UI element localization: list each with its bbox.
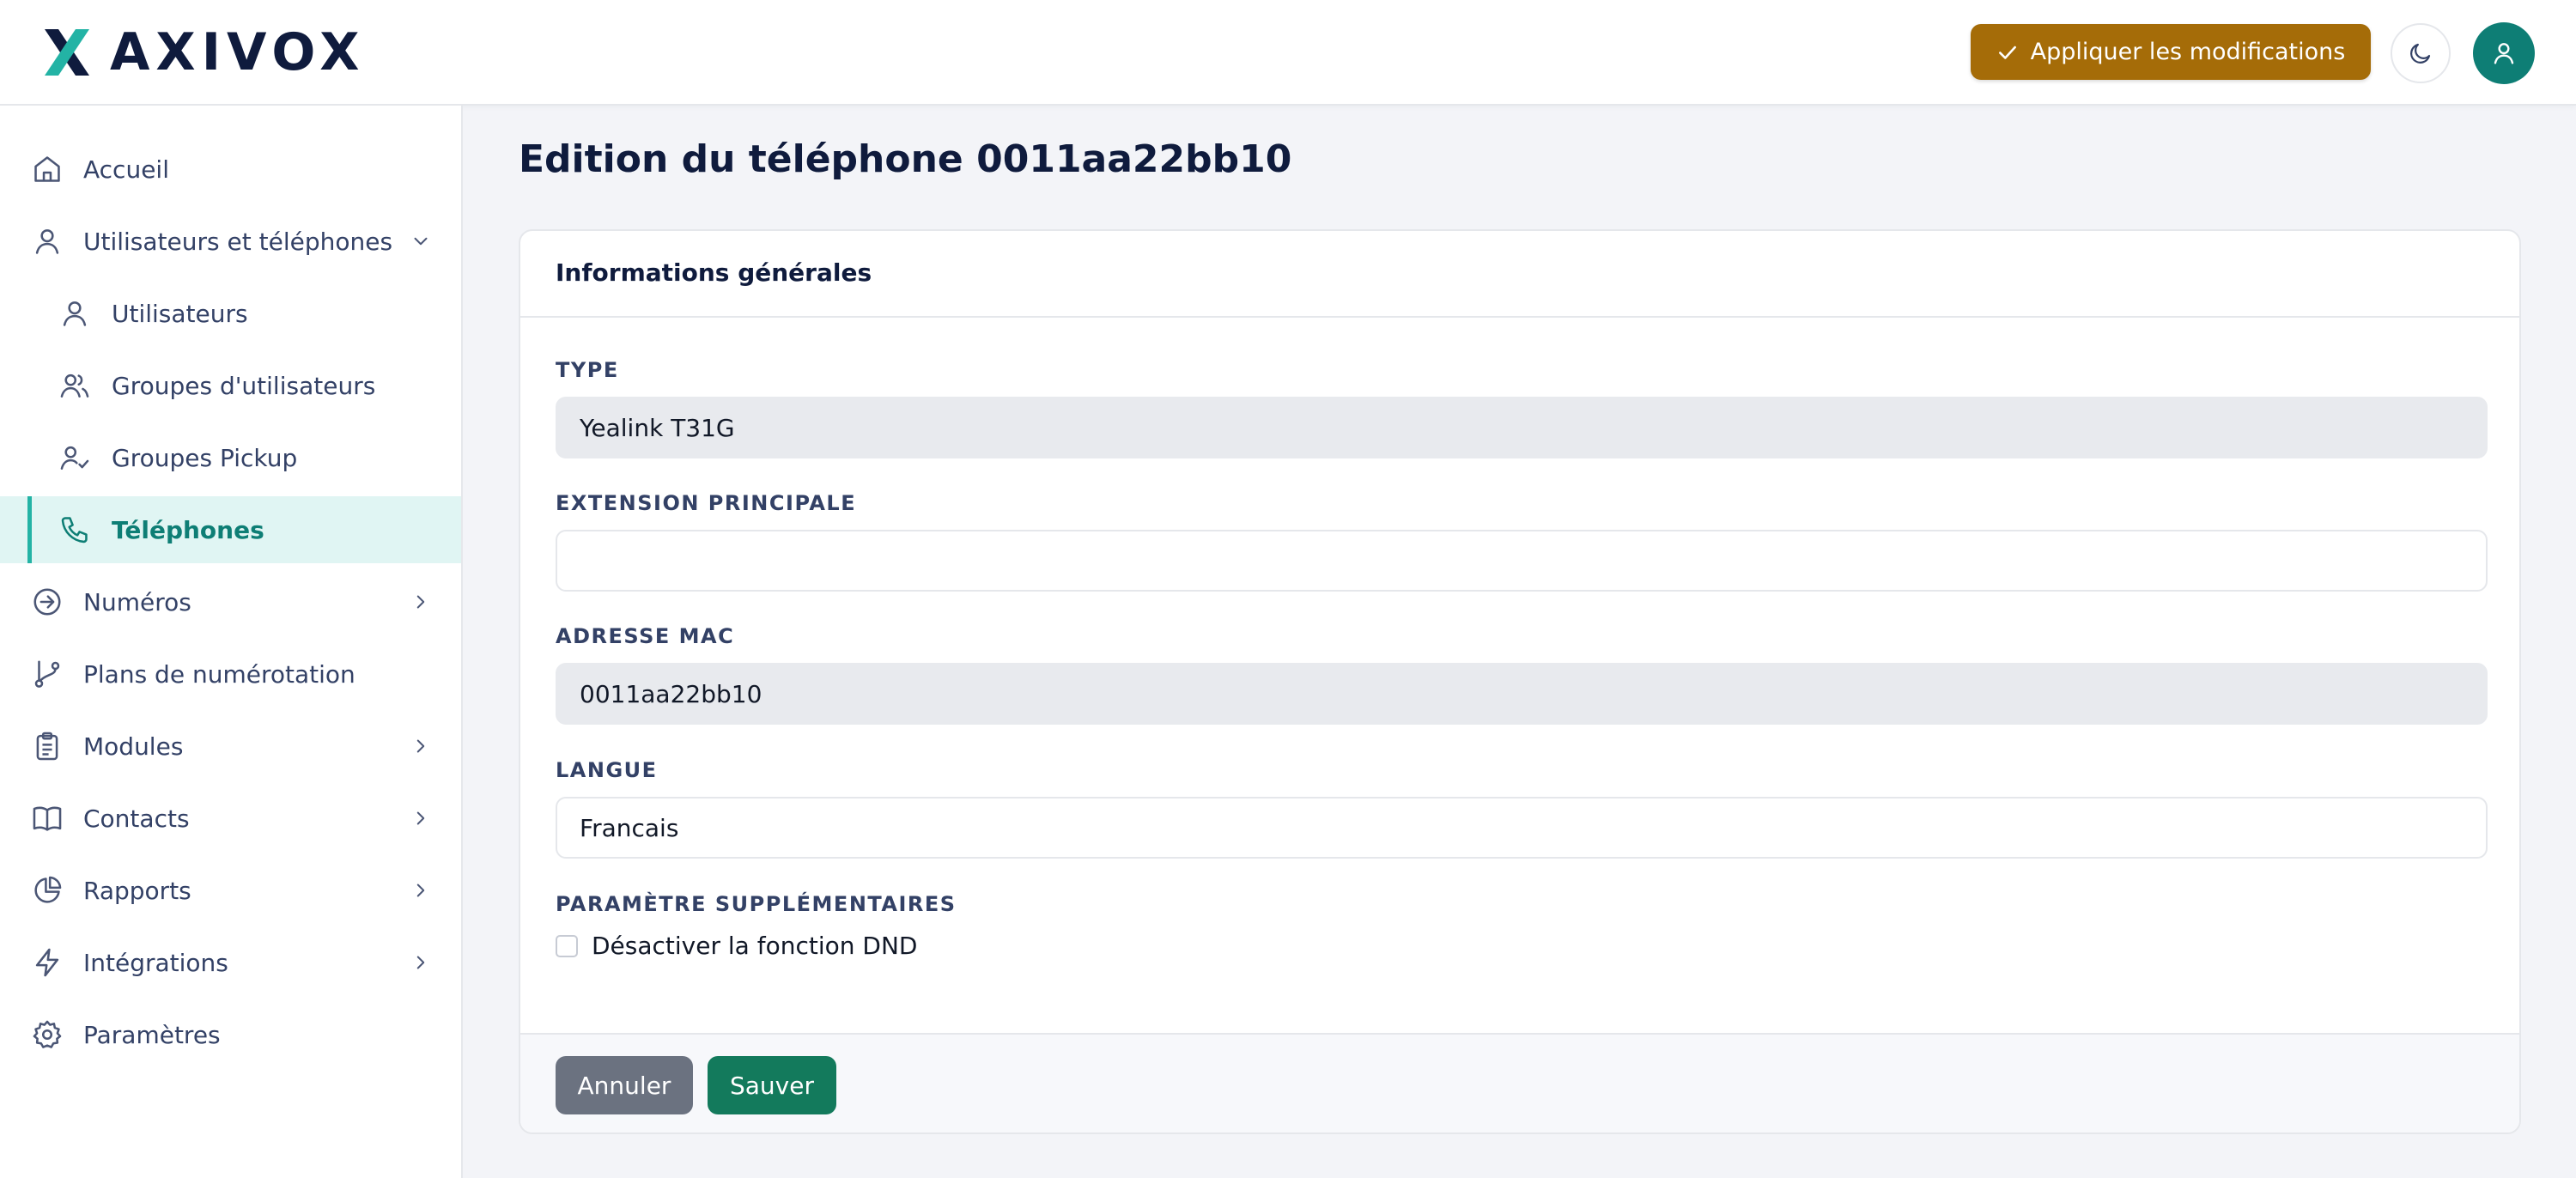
clipboard-icon (36, 732, 58, 761)
sidebar-item-label: Paramètres (83, 1020, 221, 1049)
dnd-checkbox-label[interactable]: Désactiver la fonction DND (592, 932, 917, 960)
users-icon (60, 373, 89, 398)
check-icon (1998, 46, 2016, 59)
mac-address-field: 0011aa22bb10 (556, 663, 2488, 725)
cancel-button[interactable]: Annuler (556, 1056, 693, 1114)
extension-input[interactable] (556, 530, 2488, 592)
save-button[interactable]: Sauver (708, 1056, 836, 1114)
sidebar-item-rapports[interactable]: Rapports (0, 857, 461, 924)
sidebar-item-label: Téléphones (112, 515, 264, 544)
sidebar-item-utilisateurs-et-telephones[interactable]: Utilisateurs et téléphones (0, 208, 461, 275)
card-footer: Annuler Sauver (520, 1033, 2519, 1132)
user-icon (2494, 43, 2514, 64)
sidebar-item-groupes-utilisateurs[interactable]: Groupes d'utilisateurs (0, 352, 461, 419)
book-icon (33, 806, 62, 831)
sidebar-item-label: Contacts (83, 804, 190, 833)
chevron-right-icon (416, 884, 425, 897)
user-avatar-button[interactable] (2473, 22, 2535, 84)
moon-icon (2410, 43, 2431, 64)
bolt-icon (35, 948, 59, 977)
gear-icon (33, 1020, 62, 1048)
user-icon (63, 301, 87, 326)
logo[interactable]: AXIVOX (38, 24, 366, 81)
mac-address-label: ADRESSE MAC (556, 624, 735, 648)
sidebar-item-label: Plans de numérotation (83, 659, 355, 689)
sidebar-item-label: Groupes Pickup (112, 443, 298, 472)
page-title: Edition du téléphone 0011aa22bb10 (519, 137, 1292, 181)
theme-toggle-button[interactable] (2391, 23, 2451, 83)
type-field: Yealink T31G (556, 397, 2488, 458)
home-icon (34, 156, 60, 182)
chevron-right-icon (416, 956, 425, 969)
dnd-checkbox[interactable] (556, 934, 578, 957)
dnd-checkbox-row[interactable]: Désactiver la fonction DND (556, 932, 917, 960)
sidebar-item-modules[interactable]: Modules (0, 713, 461, 780)
card-header: Informations générales (520, 231, 2519, 318)
axivox-logo-icon (45, 29, 89, 76)
phone-edit-card: Informations générales TYPE Yealink T31G… (519, 229, 2521, 1134)
sidebar-item-utilisateurs[interactable]: Utilisateurs (0, 280, 461, 347)
sidebar-item-accueil[interactable]: Accueil (0, 136, 461, 203)
chevron-down-icon (414, 237, 428, 246)
sidebar-item-groupes-pickup[interactable]: Groupes Pickup (0, 424, 461, 491)
sidebar-item-label: Utilisateurs et téléphones (83, 227, 393, 256)
sidebar-item-label: Utilisateurs (112, 299, 248, 328)
sidebar-item-numeros[interactable]: Numéros (0, 568, 461, 635)
sidebar-item-telephones[interactable]: Téléphones (0, 496, 461, 563)
apply-changes-label: Appliquer les modifications (2030, 39, 2346, 65)
extra-params-label: PARAMÈTRE SUPPLÉMENTAIRES (556, 892, 957, 916)
sidebar: Accueil Utilisateurs et téléphones Utili… (0, 106, 463, 1178)
sidebar-item-label: Numéros (83, 587, 191, 616)
sidebar-item-integrations[interactable]: Intégrations (0, 929, 461, 996)
sidebar-item-label: Groupes d'utilisateurs (112, 371, 376, 400)
card-title: Informations générales (556, 258, 872, 287)
user-icon (35, 229, 59, 254)
sidebar-item-plans-numerotation[interactable]: Plans de numérotation (0, 641, 461, 707)
language-input[interactable]: Francais (556, 797, 2488, 859)
sidebar-item-label: Accueil (83, 155, 169, 184)
phone-icon (61, 517, 88, 543)
sidebar-item-label: Intégrations (83, 948, 228, 977)
user-check-icon (60, 446, 89, 470)
chevron-right-icon (416, 595, 425, 609)
sidebar-item-label: Modules (83, 732, 184, 761)
type-label: TYPE (556, 358, 619, 382)
sidebar-item-parametres[interactable]: Paramètres (0, 1001, 461, 1068)
top-bar: AXIVOX Appliquer les modifications (0, 0, 2576, 106)
sidebar-item-contacts[interactable]: Contacts (0, 785, 461, 852)
logo-text: AXIVOX (110, 22, 366, 82)
arrow-circle-icon (33, 588, 61, 616)
apply-changes-button[interactable]: Appliquer les modifications (1971, 24, 2371, 80)
sidebar-item-label: Rapports (83, 876, 191, 905)
git-branch-icon (34, 660, 60, 688)
chevron-right-icon (416, 811, 425, 825)
extension-label: EXTENSION PRINCIPALE (556, 491, 857, 515)
chevron-right-icon (416, 739, 425, 753)
pie-chart-icon (34, 876, 62, 903)
language-label: LANGUE (556, 758, 658, 782)
